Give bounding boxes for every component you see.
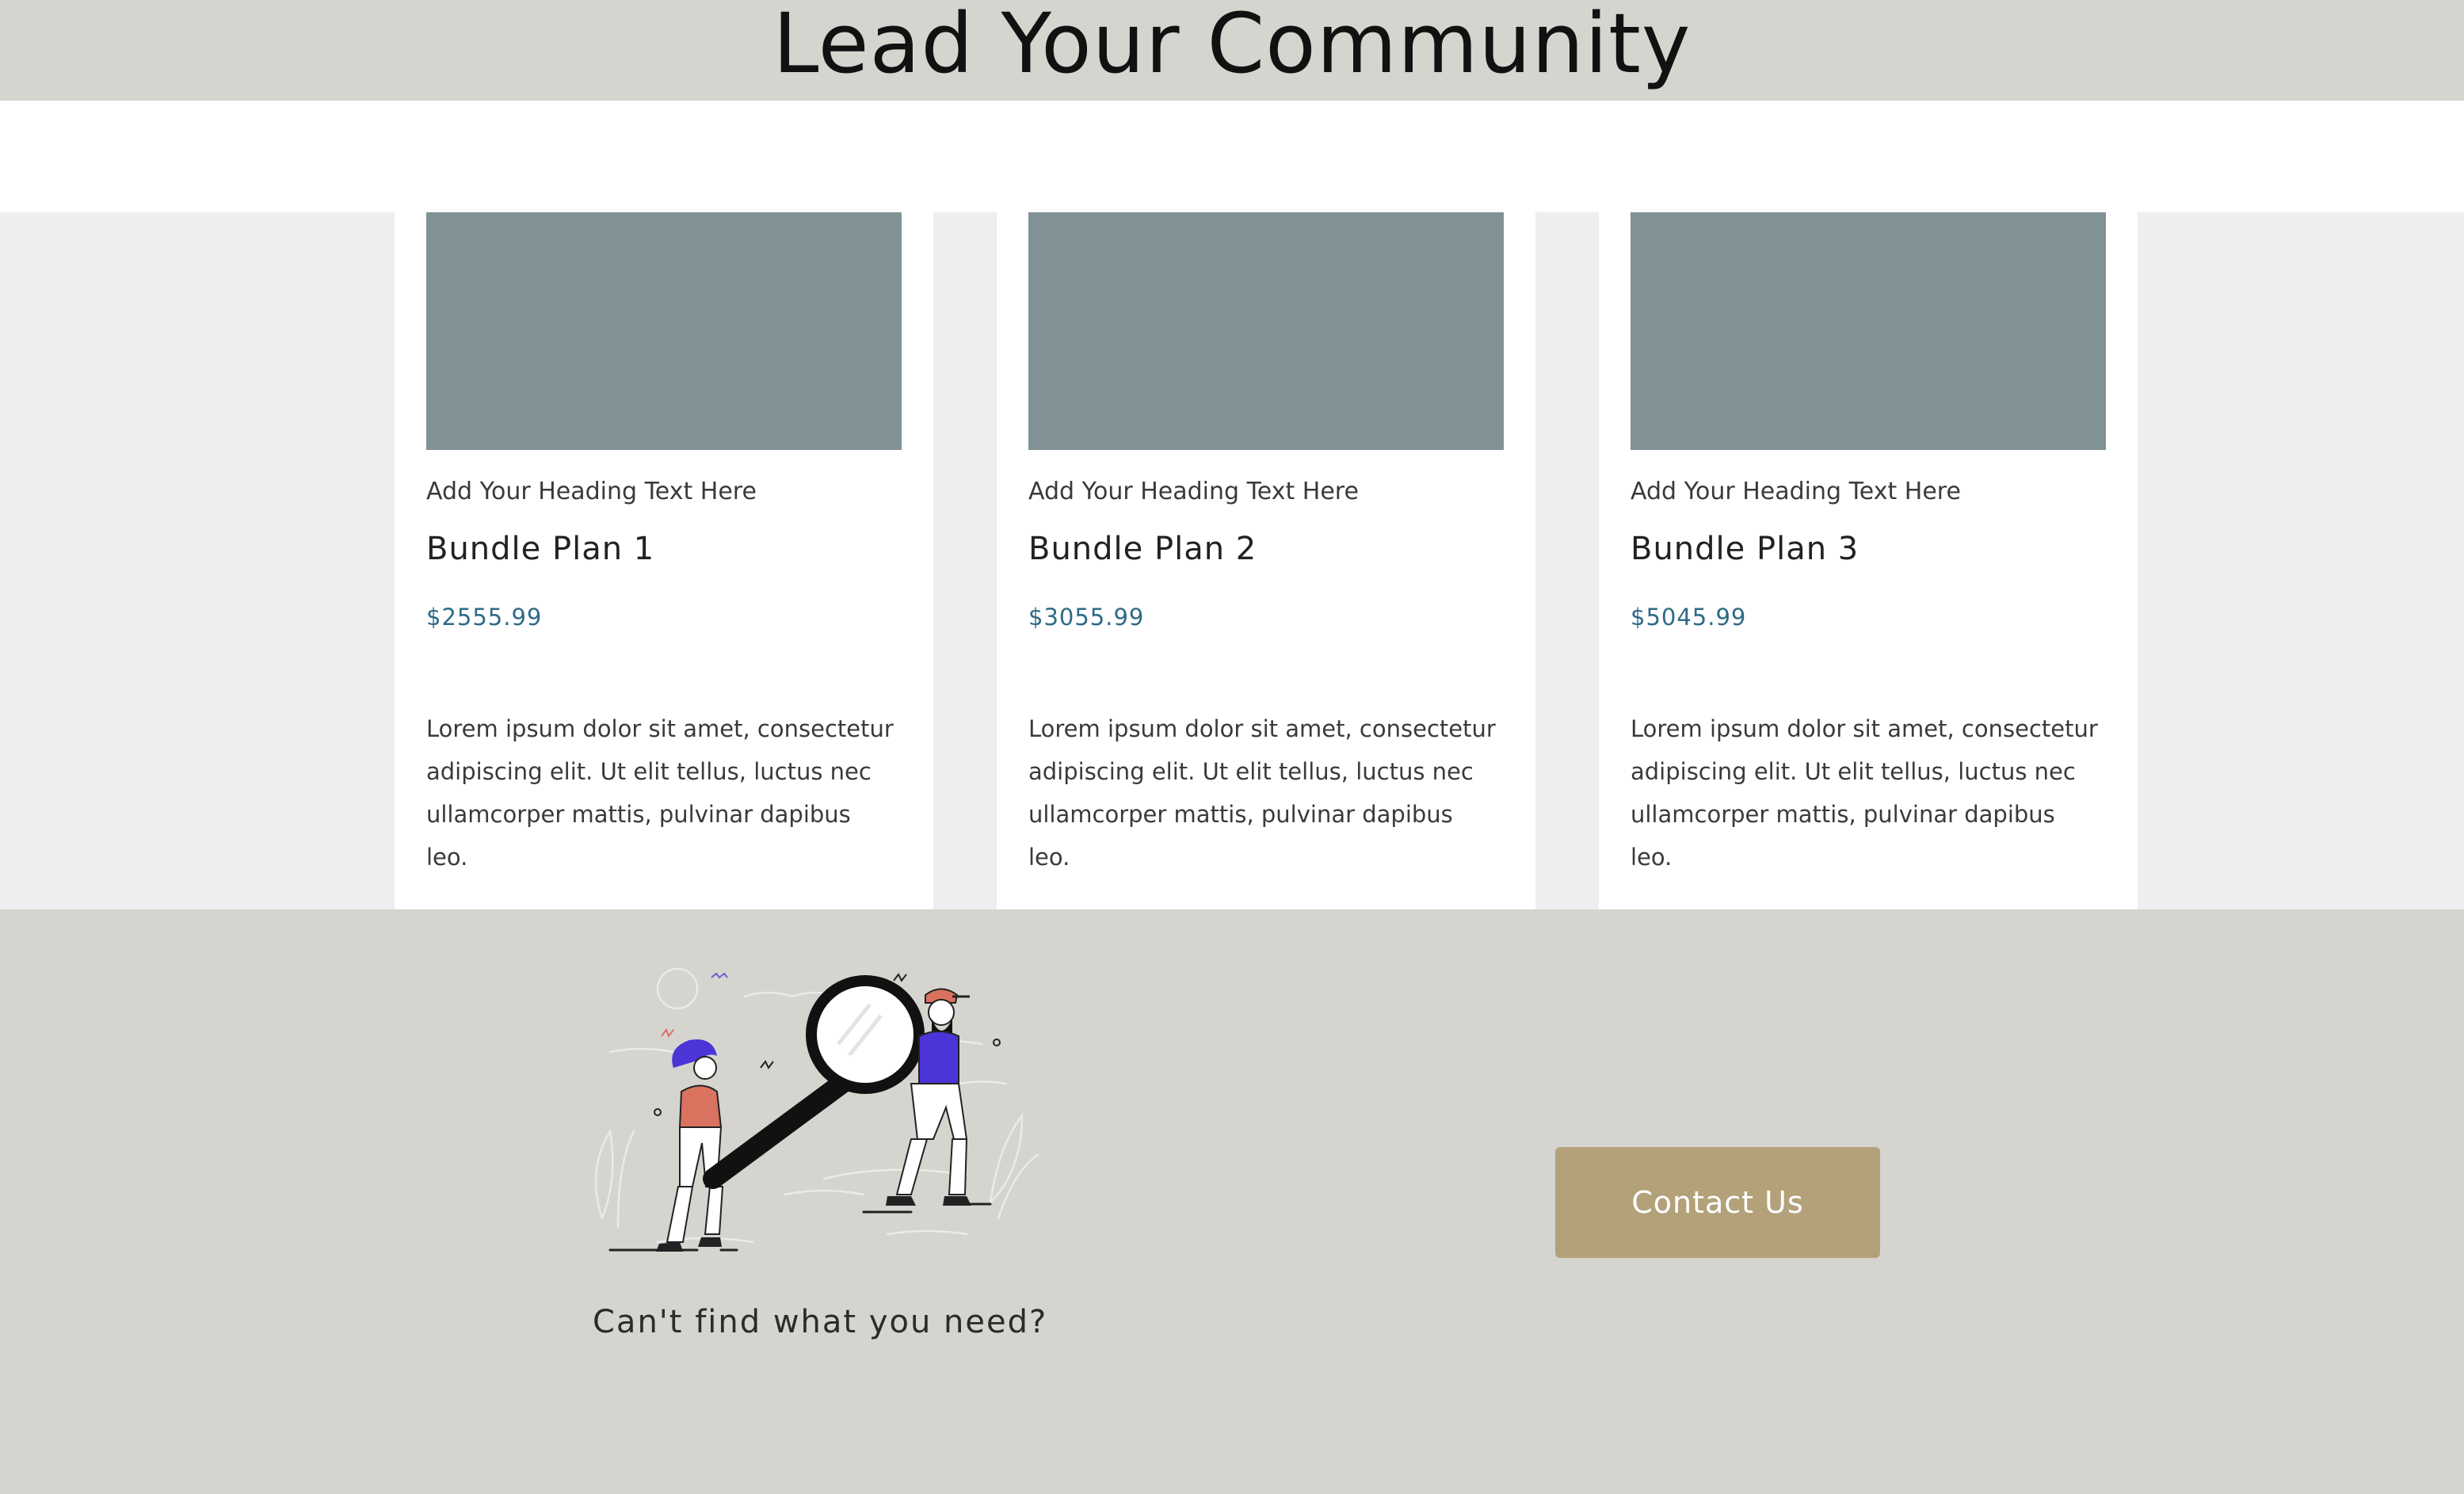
- plan-title: Bundle Plan 3: [1631, 531, 1859, 567]
- plan-image-placeholder: [1631, 212, 2106, 450]
- plan-image-placeholder: [426, 212, 902, 450]
- plan-description: Lorem ipsum dolor sit amet, consectetur …: [1631, 715, 2098, 871]
- plan-subheading: Add Your Heading Text Here: [1028, 478, 1359, 505]
- page-title: Lead Your Community: [772, 0, 1692, 92]
- hero-section: Lead Your Community: [0, 0, 2464, 101]
- plan-title: Bundle Plan 1: [426, 531, 655, 567]
- plan-description: Lorem ipsum dolor sit amet, consectetur …: [1028, 715, 1496, 871]
- plan-title: Bundle Plan 2: [1028, 531, 1257, 567]
- plan-subheading: Add Your Heading Text Here: [426, 478, 757, 505]
- contact-section: [0, 909, 2464, 1494]
- plan-card-3: Add Your Heading Text Here Bundle Plan 3…: [1599, 212, 2138, 909]
- plan-subheading: Add Your Heading Text Here: [1631, 478, 1961, 505]
- contact-us-button[interactable]: Contact Us: [1555, 1147, 1880, 1258]
- plan-description: Lorem ipsum dolor sit amet, consectetur …: [426, 715, 894, 871]
- plan-image-placeholder: [1028, 212, 1504, 450]
- plan-price: $2555.99: [426, 604, 543, 631]
- plan-card-2: Add Your Heading Text Here Bundle Plan 2…: [997, 212, 1535, 909]
- cant-find-prompt: Can't find what you need?: [593, 1304, 1048, 1340]
- plan-card-1: Add Your Heading Text Here Bundle Plan 1…: [395, 212, 933, 909]
- plan-price: $5045.99: [1631, 604, 1747, 631]
- spacer-band: [0, 101, 2464, 212]
- people-with-magnifier-illustration: [594, 967, 1039, 1252]
- plan-price: $3055.99: [1028, 604, 1145, 631]
